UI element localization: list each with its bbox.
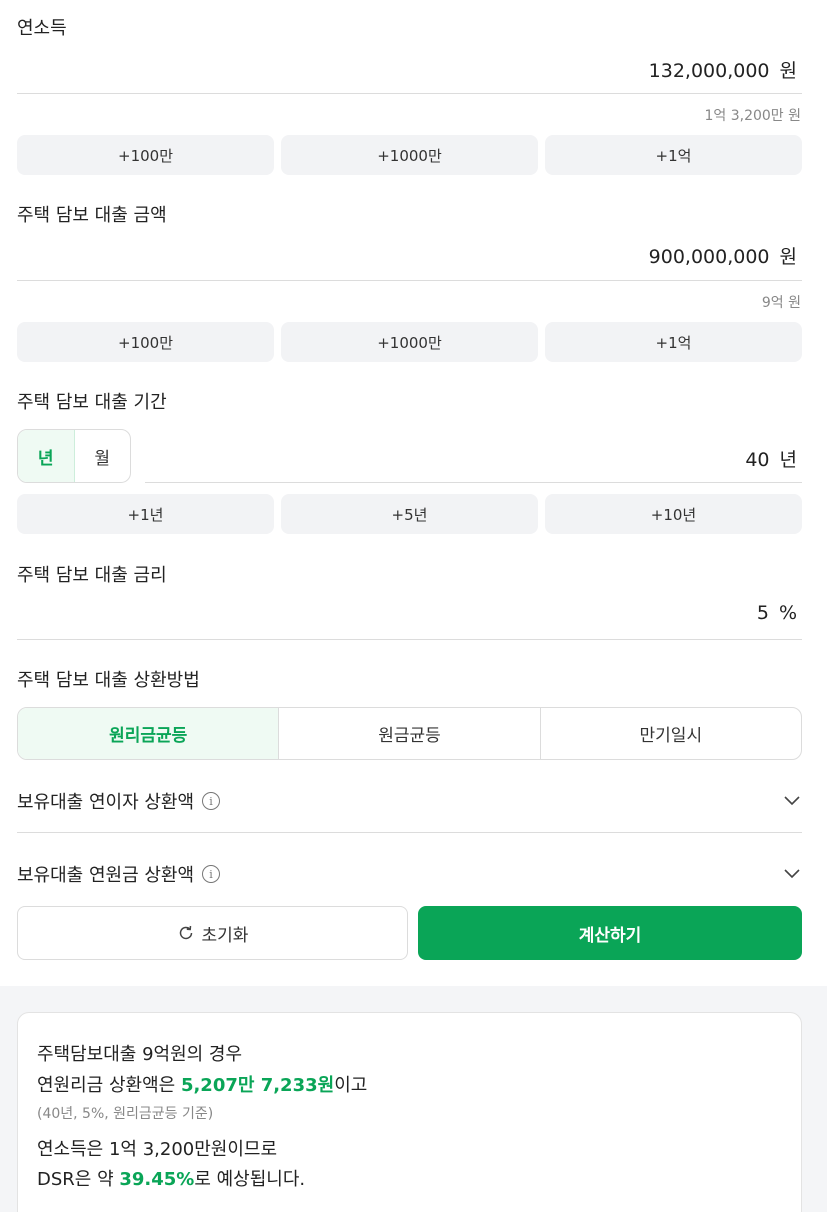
existing-loan-principal-label: 보유대출 연원금 상환액 (17, 865, 195, 886)
income-unit: 원 (779, 60, 797, 82)
info-icon[interactable]: i (202, 865, 221, 883)
repayment-equal-principal-interest-option[interactable]: 원리금균등 (18, 708, 279, 759)
repayment-label: 주택 담보 대출 상환방법 (17, 670, 200, 691)
term-unit-month-option[interactable]: 월 (75, 430, 131, 482)
calculate-button[interactable]: 계산하기 (418, 906, 802, 960)
dsr-value: 39.45% (119, 1169, 195, 1190)
result-line-4-prefix: DSR은 약 (37, 1169, 120, 1190)
term-add-1y-button[interactable]: +1년 (17, 494, 274, 534)
repayment-method-selector: 원리금균등 원금균등 만기일시 (17, 707, 802, 760)
info-icon[interactable]: i (202, 792, 221, 810)
repayment-equal-principal-option[interactable]: 원금균등 (278, 708, 539, 759)
loan-amount-unit: 원 (779, 246, 797, 268)
income-add-100man-button[interactable]: +100만 (17, 135, 274, 175)
loan-amount-label: 주택 담보 대출 금액 (17, 205, 167, 226)
interest-unit: % (778, 602, 797, 624)
loan-term-underline (145, 482, 802, 483)
result-line-4: DSR은 약 39.45%로 예상됩니다. (37, 1165, 305, 1191)
loan-amount-value: 900,000,000 (648, 246, 770, 268)
income-add-1eok-button[interactable]: +1억 (545, 135, 802, 175)
loan-amount-underline (17, 280, 802, 281)
result-basis-note: (40년, 5%, 원리금균등 기준) (37, 1106, 214, 1122)
loan-term-quick-buttons: +1년 +5년 +10년 (17, 494, 802, 534)
result-line-4-suffix: 로 예상됩니다. (194, 1169, 306, 1190)
accordion-divider (17, 832, 802, 833)
chevron-down-icon[interactable] (782, 863, 802, 883)
repayment-bullet-option[interactable]: 만기일시 (539, 708, 801, 759)
interest-underline (17, 639, 802, 640)
loan-add-1000man-button[interactable]: +1000만 (281, 322, 538, 362)
result-line-2: 연원리금 상환액은 5,207만 7,233원이고 (37, 1071, 367, 1097)
income-value: 132,000,000 (648, 60, 770, 82)
income-korean: 1억 3,200만 원 (704, 108, 801, 124)
result-line-2-prefix: 연원리금 상환액은 (37, 1075, 181, 1096)
reset-button[interactable]: 초기화 (17, 906, 408, 960)
interest-input[interactable]: 5% (757, 602, 797, 624)
loan-add-1eok-button[interactable]: +1억 (545, 322, 802, 362)
refresh-icon (179, 925, 192, 940)
loan-amount-quick-buttons: +100만 +1000만 +1억 (17, 322, 802, 362)
term-add-10y-button[interactable]: +10년 (545, 494, 802, 534)
existing-loan-principal-accordion[interactable]: 보유대출 연원금 상환액 i (17, 861, 221, 887)
loan-term-value: 40 (745, 449, 770, 471)
existing-loan-interest-accordion[interactable]: 보유대출 연이자 상환액 i (17, 788, 221, 814)
result-line-1: 주택담보대출 9억원의 경우 (37, 1044, 243, 1065)
loan-term-input[interactable]: 40 년 (745, 445, 797, 472)
loan-term-unit: 년 (779, 449, 797, 471)
chevron-down-icon[interactable] (782, 790, 802, 810)
income-quick-buttons: +100만 +1000만 +1억 (17, 135, 802, 175)
income-add-1000man-button[interactable]: +1000만 (281, 135, 538, 175)
loan-amount-korean: 9억 원 (761, 295, 801, 311)
income-label: 연소득 (17, 18, 67, 39)
income-underline (17, 93, 802, 94)
loan-add-100man-button[interactable]: +100만 (17, 322, 274, 362)
result-line-2-suffix: 이고 (334, 1075, 368, 1096)
result-line-3: 연소득은 1억 3,200만원이므로 (37, 1139, 278, 1160)
loan-amount-input[interactable]: 900,000,000 원 (649, 242, 797, 269)
interest-label: 주택 담보 대출 금리 (17, 565, 167, 586)
existing-loan-interest-label: 보유대출 연이자 상환액 (17, 792, 195, 813)
interest-value: 5 (756, 602, 769, 624)
term-unit-toggle: 년 월 (17, 429, 131, 483)
term-unit-year-option[interactable]: 년 (18, 430, 75, 482)
reset-label: 초기화 (201, 925, 249, 946)
term-add-5y-button[interactable]: +5년 (281, 494, 538, 534)
loan-term-label: 주택 담보 대출 기간 (17, 392, 167, 413)
annual-repayment-amount: 5,207만 7,233원 (180, 1075, 335, 1096)
income-input[interactable]: 132,000,000 원 (649, 56, 797, 83)
